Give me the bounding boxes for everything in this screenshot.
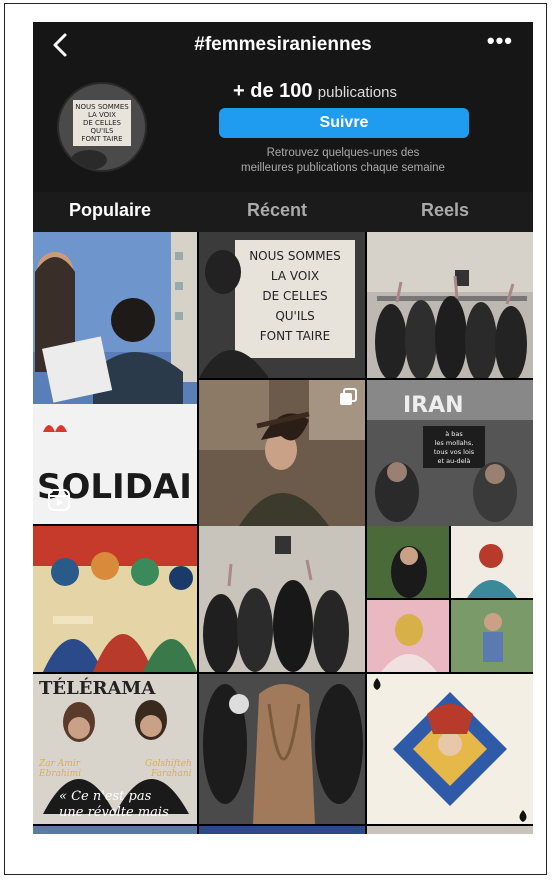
post-image [33,526,197,672]
sign-line: QU'ILS [275,309,314,323]
post-long-hair[interactable] [199,674,365,824]
iran-sign-title: IRAN [403,393,464,418]
avatar-sign-line: FONT TAIRE [81,135,122,143]
hashtag-header: NOUS SOMMES LA VOIX DE CELLES QU'ILS FON… [33,72,533,192]
hashtag-title: #femmesiraniennes [194,34,372,55]
post-playing-card[interactable] [367,674,533,824]
post-image [367,674,533,824]
post-veiled-women[interactable] [199,526,365,672]
hashtag-avatar: NOUS SOMMES LA VOIX DE CELLES QU'ILS FON… [57,82,147,172]
tab-recent[interactable]: Récent [247,200,307,221]
hashtag-description: Retrouvez quelques-unes des meilleures p… [203,146,483,176]
post-iran-sign[interactable]: IRAN à bas les mollahs, tous vos lois et… [367,380,533,526]
follow-button[interactable]: Suivre [219,108,469,138]
instagram-screen: #femmesiraniennes ••• NOUS SOMMES LA VOI… [33,22,533,834]
magazine-masthead: TÉLÉRAMA [39,676,156,699]
avatar-sign-line: QU'ILS [91,127,115,135]
publication-count-value: + de 100 [233,80,313,102]
magazine-name: Zar Amir [38,759,81,769]
post-image [367,526,533,672]
post-image [199,526,365,672]
post-hair-cutting[interactable] [199,380,365,526]
top-bar: #femmesiraniennes ••• [33,22,533,72]
post-image [199,674,365,824]
post-reel-protest[interactable]: SOLIDAI [33,232,197,524]
sign-line: FONT TAIRE [260,329,331,343]
avatar-sign-line: DE CELLES [83,119,122,127]
iran-sign-line: à bas [445,430,463,438]
post-image: NOUS SOMMES LA VOIX DE CELLES QU'ILS FON… [199,232,365,378]
tab-populaire[interactable]: Populaire [69,200,151,221]
magazine-quote: une révolte mais [59,805,169,820]
magazine-name: Farahani [150,769,192,779]
post-illustration-women[interactable] [33,526,197,672]
avatar-sign-line: LA VOIX [88,111,116,119]
sign-line: DE CELLES [262,289,327,303]
more-options-icon[interactable]: ••• [487,28,513,54]
post-image [367,232,533,378]
sign-line: LA VOIX [271,269,319,283]
post-collage[interactable] [367,526,533,672]
carousel-icon [340,388,357,405]
magazine-name: Ebrahimi [38,769,81,779]
magazine-quote: « Ce n'est pas [59,789,152,804]
iran-sign-line: les mollahs, [435,439,474,447]
post-partial[interactable] [33,826,197,834]
magazine-name: Golshifteh [145,759,192,769]
document-frame: #femmesiraniennes ••• NOUS SOMMES LA VOI… [4,3,547,875]
post-partial[interactable] [199,826,365,834]
post-image: IRAN à bas les mollahs, tous vos lois et… [367,380,533,526]
reels-icon [48,489,70,511]
tab-reels[interactable]: Reels [421,200,469,221]
post-image: TÉLÉRAMA Zar Amir Ebrahimi Golshifteh Fa… [33,674,197,824]
post-sign[interactable]: NOUS SOMMES LA VOIX DE CELLES QU'ILS FON… [199,232,365,378]
sign-line: NOUS SOMMES [249,249,341,263]
avatar-image: NOUS SOMMES LA VOIX DE CELLES QU'ILS FON… [59,84,145,170]
post-image: SOLIDAI [33,232,197,524]
publication-count: + de 100 publications [233,80,513,103]
post-grid: SOLIDAI NOUS SOMMES LA VOIX DE CELLES QU… [33,232,533,834]
iran-sign-line: et au-delà [438,457,471,465]
post-protest-group[interactable] [367,232,533,378]
publication-count-label: publications [317,84,398,101]
post-partial[interactable] [367,826,533,834]
post-magazine-cover[interactable]: TÉLÉRAMA Zar Amir Ebrahimi Golshifteh Fa… [33,674,197,824]
avatar-sign-line: NOUS SOMMES [75,103,129,111]
description-line: Retrouvez quelques-unes des [266,147,420,159]
feed-tabs: Populaire Récent Reels [33,192,533,232]
iran-sign-line: tous vos lois [434,448,475,456]
description-line: meilleures publications chaque semaine [241,162,445,174]
